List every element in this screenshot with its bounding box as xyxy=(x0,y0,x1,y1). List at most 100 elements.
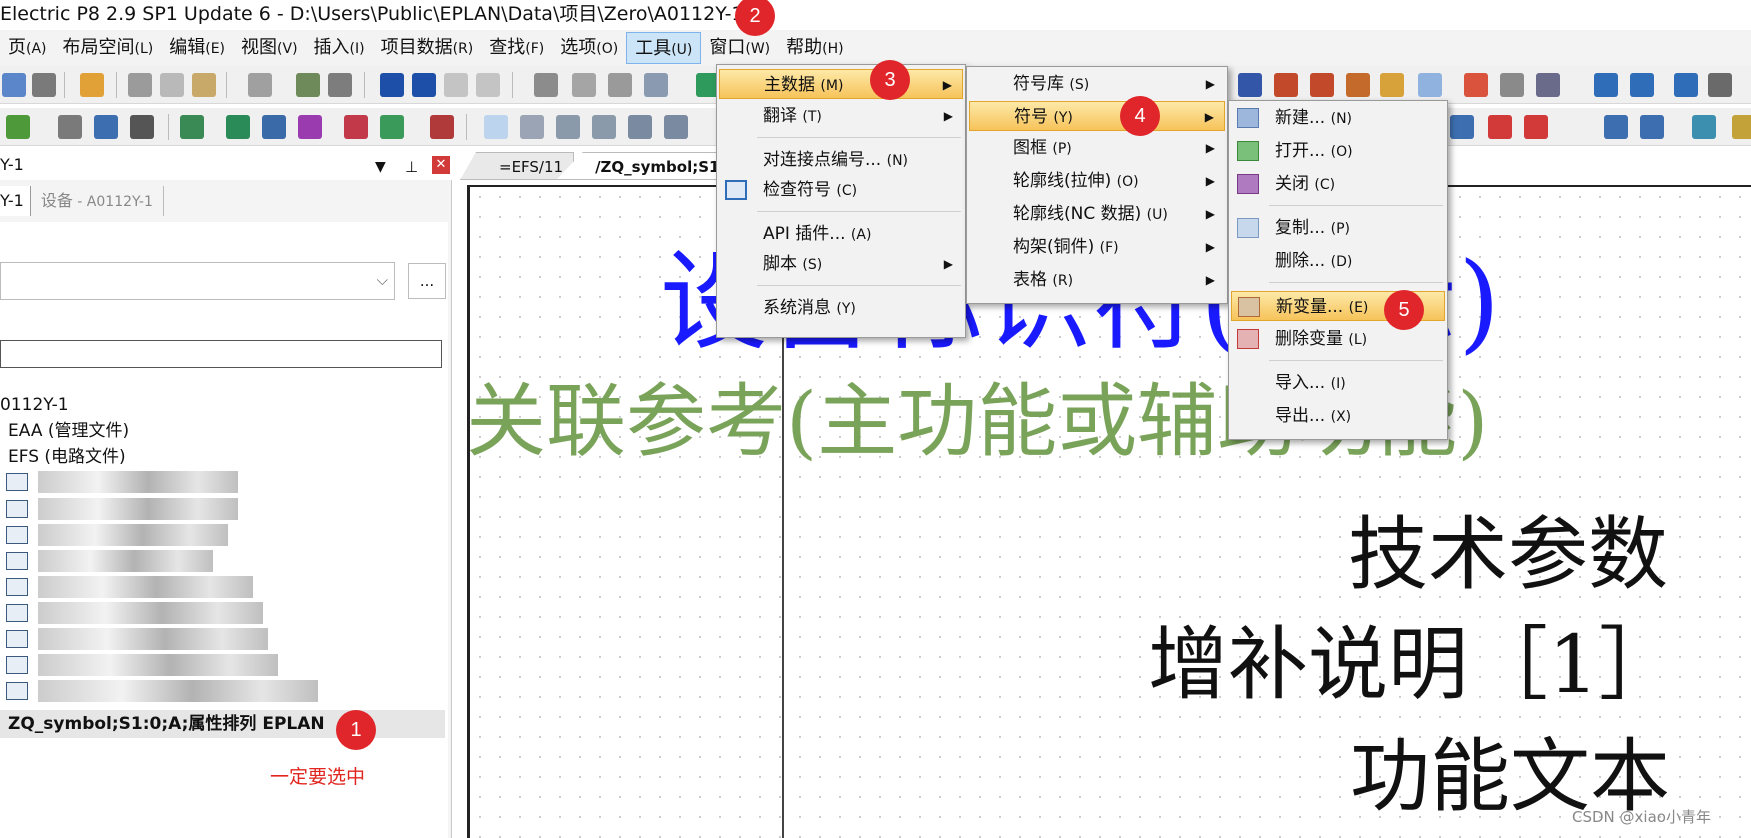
page-icon[interactable] xyxy=(484,115,508,139)
connect-icon[interactable] xyxy=(1274,73,1298,97)
page-new-icon[interactable] xyxy=(520,115,544,139)
bbox-icon[interactable] xyxy=(1630,73,1654,97)
menu-item-plot-frame[interactable]: 图框 (P) ▶ xyxy=(969,133,1225,163)
point-icon[interactable] xyxy=(1594,73,1618,97)
menu-item-outline-nc[interactable]: 轮廓线(NC 数据) (U) ▶ xyxy=(969,199,1225,229)
menu-options[interactable]: 选项(O) xyxy=(552,32,626,64)
wrench-icon[interactable] xyxy=(80,73,104,97)
menu-item-open[interactable]: 打开... (O) xyxy=(1231,136,1445,166)
menu-edit[interactable]: 编辑(E) xyxy=(161,32,233,64)
branch-icon[interactable] xyxy=(1692,115,1716,139)
tree-icon[interactable] xyxy=(380,115,404,139)
tab-devices[interactable]: 设备 - A0112Y-1 xyxy=(31,186,164,216)
filter-combo[interactable]: ⌵ xyxy=(0,262,395,300)
menu-help[interactable]: 帮助(H) xyxy=(778,32,851,64)
menu-item-frame-copper[interactable]: 构架(铜件) (F) ▶ xyxy=(969,232,1225,262)
menu-project-data[interactable]: 项目数据(R) xyxy=(373,32,482,64)
page-search-icon[interactable] xyxy=(556,115,580,139)
menu-item-check-symbol[interactable]: 检查符号 (C) xyxy=(719,175,963,205)
undo-list-icon[interactable] xyxy=(412,73,436,97)
tab-project[interactable]: Y-1 xyxy=(0,186,31,216)
menu-item-new[interactable]: 新建... (N) xyxy=(1231,103,1445,133)
page-forward-icon[interactable] xyxy=(664,115,688,139)
copy-icon[interactable] xyxy=(160,73,184,97)
menu-item-symbol-library[interactable]: 符号库 (S) ▶ xyxy=(969,69,1225,99)
menu-window[interactable]: 窗口(W) xyxy=(701,32,778,64)
menu-view[interactable]: 视图(V) xyxy=(233,32,306,64)
menu-item-copy[interactable]: 复制... (P) xyxy=(1231,213,1445,243)
new-page-icon[interactable] xyxy=(2,73,26,97)
lines-icon[interactable] xyxy=(1464,73,1488,97)
text-icon[interactable] xyxy=(1708,73,1732,97)
number-12-alt-icon[interactable] xyxy=(130,115,154,139)
cross-alt-icon[interactable] xyxy=(1524,115,1548,139)
flag-alt-icon[interactable] xyxy=(262,115,286,139)
menu-layout-space[interactable]: 布局空间(L) xyxy=(55,32,162,64)
undo-icon[interactable] xyxy=(380,73,404,97)
menu-item-symbol[interactable]: 符号 (Y) ▶ xyxy=(969,101,1225,131)
line-icon[interactable] xyxy=(1732,115,1751,139)
menu-item-form[interactable]: 表格 (R) ▶ xyxy=(969,265,1225,295)
cart-icon[interactable] xyxy=(1674,73,1698,97)
print-icon[interactable] xyxy=(32,73,56,97)
select-icon[interactable] xyxy=(248,73,272,97)
tree-item-eaa[interactable]: EAA (管理文件) xyxy=(8,418,129,444)
menu-item-delete[interactable]: 删除... (D) xyxy=(1231,246,1445,276)
menu-item-api-plugin[interactable]: API 插件... (A) xyxy=(719,219,963,249)
filter-input[interactable] xyxy=(0,340,442,368)
menu-item-scripts[interactable]: 脚本 (S) ▶ xyxy=(719,249,963,279)
menu-tools[interactable]: 工具(U) xyxy=(626,32,702,64)
panel-dropdown-icon[interactable]: ▼ xyxy=(375,152,386,182)
paste-icon[interactable] xyxy=(192,73,216,97)
menu-item-import[interactable]: 导入... (I) xyxy=(1231,368,1445,398)
terminal-icon[interactable] xyxy=(1346,73,1370,97)
hashbar-icon[interactable] xyxy=(1450,115,1474,139)
grid-icon[interactable] xyxy=(572,73,596,97)
menu-find[interactable]: 查找(F) xyxy=(481,32,552,64)
table-icon[interactable] xyxy=(534,73,558,97)
redo-list-icon[interactable] xyxy=(476,73,500,97)
page-back-icon[interactable] xyxy=(628,115,652,139)
target-icon[interactable] xyxy=(1640,115,1664,139)
bus-icon[interactable] xyxy=(180,115,204,139)
keyboard-icon[interactable] xyxy=(1418,73,1442,97)
menu-item-master-data[interactable]: 主数据 (M) ▶ xyxy=(719,69,963,99)
spreadsheet-icon[interactable] xyxy=(644,73,668,97)
plugin-icon[interactable] xyxy=(6,115,30,139)
pin-icon[interactable]: ⊥ xyxy=(405,152,418,182)
brush-icon[interactable] xyxy=(328,73,352,97)
menu-item-export[interactable]: 导出... (X) xyxy=(1231,401,1445,431)
tree-root[interactable]: 0112Y-1 xyxy=(0,392,69,418)
number-12-icon[interactable] xyxy=(94,115,118,139)
close-icon[interactable]: ✕ xyxy=(432,156,450,174)
hatch-icon[interactable] xyxy=(1536,73,1560,97)
format-icon[interactable] xyxy=(296,73,320,97)
menu-item-outline-extrusion[interactable]: 轮廓线(拉伸) (O) ▶ xyxy=(969,166,1225,196)
menu-item-system-messages[interactable]: 系统消息 (Y) xyxy=(719,293,963,323)
pointer-icon[interactable] xyxy=(1604,115,1628,139)
menu-item-close[interactable]: 关闭 (C) xyxy=(1231,169,1445,199)
flag-purple-icon[interactable] xyxy=(298,115,322,139)
menu-item-delete-variant[interactable]: 删除变量 (L) xyxy=(1231,324,1445,354)
tree-item-efs[interactable]: EFS (电路文件) xyxy=(8,444,126,470)
tree-item-selected[interactable]: ZQ_symbol;S1:0;A;属性排列 EPLAN xyxy=(0,710,445,738)
menu-page[interactable]: 页(A) xyxy=(0,32,55,64)
tab-efs-page[interactable]: =EFS/11 xyxy=(460,152,575,180)
cut-icon[interactable] xyxy=(128,73,152,97)
clipboard-icon[interactable] xyxy=(344,115,368,139)
number-123-icon[interactable] xyxy=(58,115,82,139)
menu-insert[interactable]: 插入(I) xyxy=(306,32,373,64)
menu-item-translate[interactable]: 翻译 (T) ▶ xyxy=(719,101,963,131)
redo-icon[interactable] xyxy=(444,73,468,97)
flag-delete-icon[interactable] xyxy=(430,115,454,139)
connect-alt-icon[interactable] xyxy=(1310,73,1334,97)
dashed-icon[interactable] xyxy=(1500,73,1524,97)
check-page-icon[interactable] xyxy=(608,73,632,97)
cross-icon[interactable] xyxy=(1488,115,1512,139)
page-search-alt-icon[interactable] xyxy=(592,115,616,139)
filter-settings-button[interactable]: ... xyxy=(408,263,446,299)
counter-icon[interactable] xyxy=(1380,73,1404,97)
menu-item-number-connection-points[interactable]: 对连接点编号... (N) xyxy=(719,145,963,175)
flag-icon[interactable] xyxy=(226,115,250,139)
grid-toggle-icon[interactable] xyxy=(1238,73,1262,97)
